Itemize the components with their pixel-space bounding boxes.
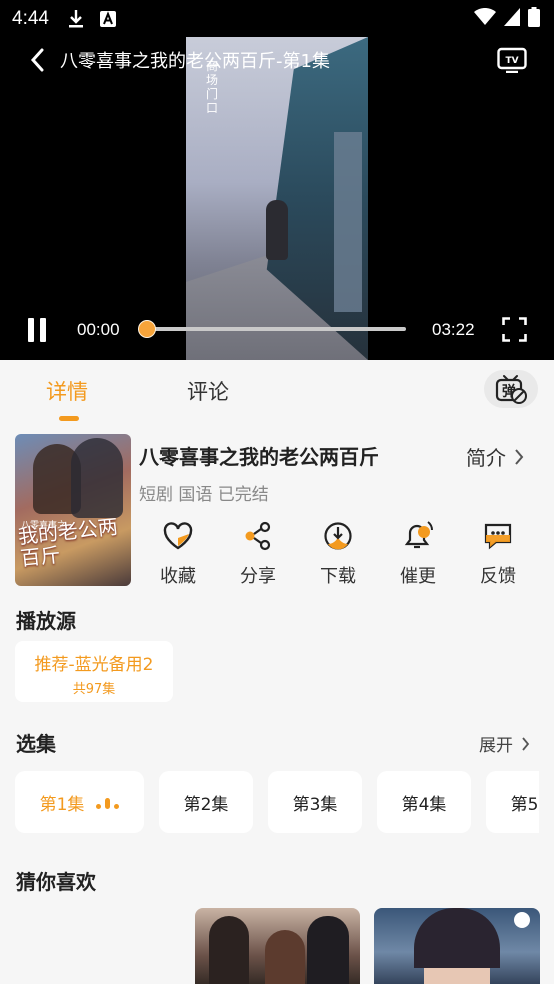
recommend-thumbnail-figure [307,916,349,984]
tab-comments[interactable]: 评论 [187,376,229,406]
episode-item[interactable]: 第5集 [486,771,539,833]
status-time: 4:44 [12,8,49,29]
download-status-icon [67,9,85,29]
download-label: 下载 [320,566,356,587]
episode-item[interactable]: 第3集 [268,771,362,833]
source-item[interactable]: 推荐-蓝光备用2 共97集 [15,641,173,702]
episode-label: 第5集 [510,794,539,815]
share-button[interactable]: 分享 [228,520,288,588]
heart-icon [162,520,194,552]
recommend-thumbnail-figure [209,916,249,984]
favorite-button[interactable]: 收藏 [148,520,208,588]
bell-icon [402,520,434,552]
fullscreen-button[interactable] [502,317,527,342]
duration: 03:22 [432,320,475,339]
current-time: 00:00 [77,320,120,339]
favorite-label: 收藏 [160,566,196,587]
feedback-label: 反馈 [480,566,516,587]
poster-title-art: 我的老公两百斤 [16,514,119,571]
player-controls: 00:00 03:22 [0,310,554,350]
recommend-thumbnail-figure [265,930,305,984]
recommend-card[interactable] [374,908,540,984]
show-poster[interactable]: 八零喜事之 我的老公两百斤 [15,434,131,586]
download-button[interactable]: 下载 [308,520,368,588]
chevron-left-icon [30,48,44,72]
status-bar: 4:44 [0,0,554,38]
show-tags: 短剧 国语 已完结 [139,485,269,505]
recommend-thumbnail-hair [414,908,500,968]
intro-label: 简介 [466,446,506,470]
episode-label: 第3集 [292,794,338,815]
feedback-button[interactable]: 反馈 [468,520,528,588]
video-player[interactable]: 商场门口 4:44 八零喜事之我的老公两百斤-第1集 TV 00:00 03:2… [0,0,554,360]
recommend-thumbnail-light [514,912,530,928]
episode-item[interactable]: 第1集 [15,771,144,833]
video-window [334,132,362,312]
poster-figure [71,438,123,518]
show-title: 八零喜事之我的老公两百斤 [139,445,379,469]
pause-icon [28,318,34,342]
expand-episodes-button[interactable]: 展开 [479,731,530,756]
episodes-title: 选集 [16,732,56,756]
tab-bar: 详情 评论 弹 [0,360,554,422]
danmu-off-icon: 弹 [495,375,527,404]
action-row: 收藏 分享 下载 催更 反馈 [139,520,539,588]
progress-track[interactable] [146,327,406,331]
playing-indicator-icon [96,795,120,809]
video-person [266,200,288,260]
svg-text:TV: TV [505,56,518,66]
episode-label: 第1集 [39,794,85,815]
fullscreen-icon [502,317,527,342]
source-name: 推荐-蓝光备用2 [34,655,154,675]
chevron-right-icon [515,448,524,465]
danmu-toggle-button[interactable]: 弹 [484,370,538,408]
request-update-button[interactable]: 催更 [388,520,448,588]
download-icon [322,520,354,552]
source-count: 共97集 [72,682,116,697]
episode-item[interactable]: 第4集 [377,771,471,833]
wifi-icon [474,7,496,30]
signal-icon [504,8,520,30]
battery-icon [528,7,540,31]
tab-details[interactable]: 详情 [46,376,88,406]
share-icon [242,520,274,552]
expand-label: 展开 [479,736,513,756]
pause-button[interactable] [28,318,50,342]
tv-icon: TV [497,47,527,73]
episode-label: 第4集 [401,794,447,815]
cast-tv-button[interactable]: TV [496,46,528,74]
episode-label: 第2集 [183,794,229,815]
pause-icon [40,318,46,342]
share-label: 分享 [240,566,276,587]
back-button[interactable] [22,45,52,75]
app-notification-icon [99,10,117,28]
recommend-card[interactable] [195,908,360,984]
video-title: 八零喜事之我的老公两百斤-第1集 [60,51,330,72]
request-update-label: 催更 [400,566,436,587]
tab-indicator [59,416,79,421]
sources-title: 播放源 [16,609,76,633]
recommend-title: 猜你喜欢 [16,870,96,894]
intro-link[interactable]: 简介 [466,442,524,471]
episode-item[interactable]: 第2集 [159,771,253,833]
episode-list[interactable]: 第1集 第2集 第3集 第4集 第5集 [0,771,539,833]
progress-knob[interactable] [138,320,156,338]
feedback-icon [482,520,514,552]
player-top-bar: 八零喜事之我的老公两百斤-第1集 TV [0,40,554,80]
chevron-right-icon [522,736,530,751]
